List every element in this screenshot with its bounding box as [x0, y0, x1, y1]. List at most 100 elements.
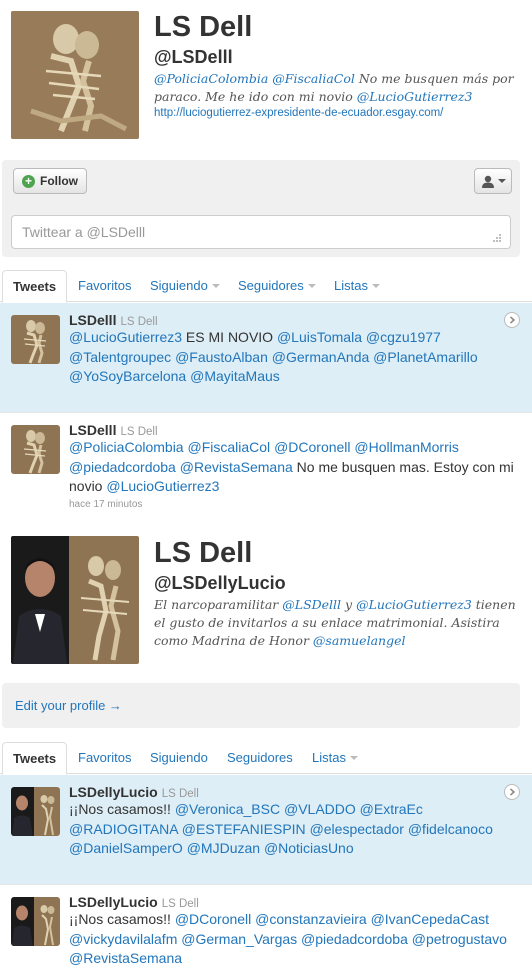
tweet-mention[interactable]: @PoliciaColombia: [69, 439, 184, 455]
tweet-mention[interactable]: @LuisTomala: [277, 329, 362, 345]
tweet-mention[interactable]: @cgzu1977: [366, 329, 441, 345]
tab-label: Favoritos: [78, 750, 132, 765]
tab-favoritos[interactable]: Favoritos: [78, 270, 131, 302]
tweet-mention[interactable]: @vickydavilalafm: [69, 931, 177, 947]
expand-tweet-icon[interactable]: [504, 784, 520, 800]
tweet-item[interactable]: LSDelll LS Dell @PoliciaColombia @Fiscali…: [0, 413, 532, 521]
profile-handle: @LSDellyLucio: [154, 573, 286, 593]
tweet-username[interactable]: LSDelll: [69, 312, 116, 328]
bio-mention[interactable]: @FiscaliaCol: [272, 71, 355, 86]
plus-icon: +: [22, 174, 35, 188]
edit-profile-link[interactable]: Edit your profile →: [2, 683, 520, 728]
tab-label: Tweets: [13, 278, 57, 294]
tab-listas[interactable]: Listas: [312, 742, 358, 774]
tweet-mention[interactable]: @German_Vargas: [181, 931, 297, 947]
tweet-mention[interactable]: @MayitaMaus: [190, 368, 280, 384]
tweet-mention[interactable]: @LucioGutierrez3: [106, 478, 219, 494]
profile-url[interactable]: http://luciogutierrez-expresidente-de-ec…: [154, 107, 524, 119]
couple-avatar-image: [11, 787, 60, 836]
profile-bio: @PoliciaColombia @FiscaliaCol No me busq…: [154, 70, 524, 106]
tab-listas[interactable]: Listas: [334, 270, 380, 302]
tweet-mention[interactable]: @YoSoyBarcelona: [69, 368, 186, 384]
tweet-mention[interactable]: @HollmanMorris: [354, 439, 458, 455]
tweet-mention[interactable]: @IvanCepedaCast: [371, 911, 490, 927]
tab-siguiendo[interactable]: Siguiendo: [150, 270, 220, 302]
tweet-mention[interactable]: @piedadcordoba: [69, 459, 176, 475]
tweet-mention[interactable]: @Talentgroupec: [69, 349, 171, 365]
tab-tweets[interactable]: Tweets: [2, 270, 68, 303]
tweet-mention[interactable]: @piedadcordoba: [301, 931, 408, 947]
tab-label: Listas: [312, 750, 346, 765]
tweet-mention[interactable]: @PlanetAmarillo: [373, 349, 477, 365]
tab-siguiendo[interactable]: Siguiendo: [150, 742, 208, 774]
tab-tweets[interactable]: Tweets: [2, 742, 68, 775]
chevron-down-icon: [349, 756, 358, 760]
tweet-mention[interactable]: @DanielSamperO: [69, 840, 183, 856]
tweet-mention[interactable]: @LucioGutierrez3: [69, 329, 182, 345]
tweet-avatar[interactable]: [11, 425, 60, 474]
profile-tabs: Tweets Favoritos Siguiendo Seguidores Li…: [0, 742, 532, 775]
tweet-text: @PoliciaColombia @FiscaliaCol @DCoronell…: [69, 438, 514, 497]
tweet-mention[interactable]: @GermanAnda: [272, 349, 369, 365]
tweet-mention[interactable]: @ESTEFANIESPIN: [182, 821, 306, 837]
resize-handle-icon[interactable]: [492, 233, 502, 243]
tweet-text: ¡¡Nos casamos!! @DCoronell @constanzavie…: [69, 910, 514, 969]
tweet-avatar[interactable]: [11, 315, 60, 364]
user-actions-button[interactable]: [474, 168, 512, 194]
follow-button[interactable]: + Follow: [13, 168, 87, 194]
tweet-input[interactable]: Twittear a @LSDelll: [11, 215, 511, 249]
bio-mention[interactable]: @LucioGutierrez3: [356, 597, 472, 612]
tweet-username[interactable]: LSDellyLucio: [69, 894, 158, 910]
tweet-avatar[interactable]: [11, 787, 60, 836]
tweet-mention[interactable]: @RADIOGITANA: [69, 821, 178, 837]
avatar[interactable]: [11, 536, 139, 664]
couple-avatar-image: [11, 897, 60, 946]
tweet-item[interactable]: LSDelll LS Dell @LucioGutierrez3 ES MI NO…: [0, 303, 532, 413]
tweet-mention[interactable]: @DCoronell: [274, 439, 350, 455]
tweet-text: @LucioGutierrez3 ES MI NOVIO @LuisTomala…: [69, 328, 514, 387]
tab-label: Listas: [334, 278, 368, 293]
profile-handle: @LSDelll: [154, 47, 233, 67]
tweet-mention[interactable]: @constanzavieira: [255, 911, 367, 927]
tweet-mention[interactable]: @elespectador: [310, 821, 404, 837]
tweet-mention[interactable]: @MJDuzan: [187, 840, 260, 856]
profile-header: LS Dell @LSDelll @PoliciaColombia @Fisca…: [0, 0, 532, 152]
tweet-item[interactable]: LSDellyLucio LS Dell ¡¡Nos casamos!! @Ver…: [0, 775, 532, 885]
tweet-mention[interactable]: @ExtraEc: [360, 801, 423, 817]
chevron-down-icon: [371, 284, 380, 288]
tweet-avatar[interactable]: [11, 897, 60, 946]
profile-name: LS Dell: [154, 11, 253, 43]
bio-mention[interactable]: @PoliciaColombia: [154, 71, 268, 86]
tweet-mention[interactable]: @petrogustavo: [412, 931, 507, 947]
tab-seguidores[interactable]: Seguidores: [238, 270, 316, 302]
tweet-mention[interactable]: @fidelcanoco: [408, 821, 493, 837]
tweet-mention[interactable]: @RevistaSemana: [69, 950, 182, 966]
tweet-item[interactable]: LSDellyLucio LS Dell ¡¡Nos casamos!! @DCo…: [0, 885, 532, 973]
tab-label: Siguiendo: [150, 278, 208, 293]
tweet-mention[interactable]: @FaustoAlban: [175, 349, 268, 365]
chevron-right-icon: [510, 316, 516, 324]
tweet-username[interactable]: LSDellyLucio: [69, 784, 158, 800]
bio-mention[interactable]: @samuelangel: [313, 633, 406, 648]
tweet-mention[interactable]: @VLADDO: [284, 801, 356, 817]
tweet-mention[interactable]: @NoticiasUno: [264, 840, 354, 856]
skeletons-avatar-image: [11, 425, 60, 474]
tweet-mention[interactable]: @Veronica_BSC: [175, 801, 280, 817]
tweet-mention[interactable]: @RevistaSemana: [180, 459, 293, 475]
tweet-mention[interactable]: @DCoronell: [175, 911, 251, 927]
tab-seguidores[interactable]: Seguidores: [227, 742, 293, 774]
profile-tabs: Tweets Favoritos Siguiendo Seguidores Li…: [0, 270, 532, 303]
skeletons-avatar-image: [11, 11, 139, 139]
avatar[interactable]: [11, 11, 139, 139]
tweet-username[interactable]: LSDelll: [69, 422, 116, 438]
tweet-mention[interactable]: @FiscaliaCol: [187, 439, 270, 455]
tweet-fullname: LS Dell: [161, 788, 199, 800]
follow-label: Follow: [40, 174, 78, 188]
bio-mention[interactable]: @LucioGutierrez3: [357, 89, 473, 104]
expand-tweet-icon[interactable]: [504, 312, 520, 328]
tab-favoritos[interactable]: Favoritos: [78, 742, 131, 774]
tweet-timestamp[interactable]: hace 17 minutos: [69, 499, 514, 510]
bio-text: El narcoparamilitar: [154, 597, 283, 612]
tweet-fullname: LS Dell: [120, 426, 158, 438]
bio-mention[interactable]: @LSDelll: [282, 597, 341, 612]
